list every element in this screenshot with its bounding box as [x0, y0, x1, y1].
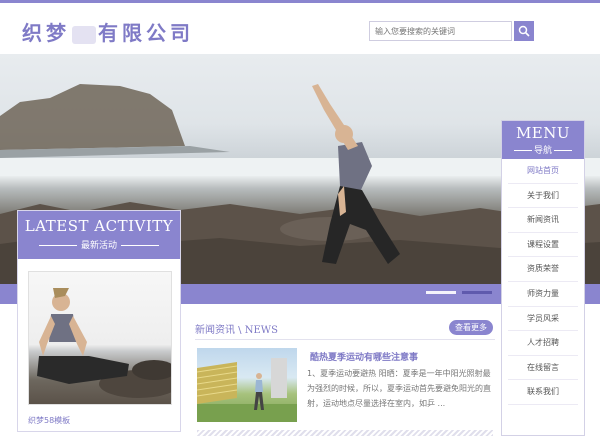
menu-item-teachers[interactable]: 师资力量 — [508, 282, 578, 307]
activity-subtitle: 最新活动 — [80, 241, 117, 251]
banner-dot-2[interactable] — [462, 291, 492, 294]
nav-menu: MENU 导航 网站首页 关于我们 新闻资讯 课程设置 资质荣誉 师资力量 学员… — [501, 120, 585, 436]
menu-item-message[interactable]: 在线留言 — [508, 356, 578, 381]
menu-item-courses[interactable]: 课程设置 — [508, 233, 578, 258]
news-title-sep: \ — [235, 325, 245, 336]
news-title: 新闻资讯 \ NEWS — [195, 325, 278, 336]
news-more-button[interactable]: 查看更多 — [449, 320, 493, 335]
search-icon — [518, 25, 530, 37]
menu-subtitle: 导航 — [533, 146, 552, 156]
menu-header: MENU 导航 — [502, 121, 584, 159]
activity-caption[interactable]: 织梦58模板 — [28, 415, 70, 426]
banner-dot-1[interactable] — [426, 291, 456, 294]
stadium-illustration — [197, 358, 297, 422]
activity-subtitle-row: 最新活动 — [18, 238, 180, 251]
search-input[interactable] — [369, 21, 512, 41]
menu-item-students[interactable]: 学员风采 — [508, 307, 578, 332]
logo-redacted-block — [72, 25, 96, 44]
divider-left — [38, 245, 77, 246]
menu-item-honors[interactable]: 资质荣誉 — [508, 257, 578, 282]
news-headline[interactable]: 酷热夏季运动有哪些注意事 — [310, 350, 418, 363]
news-header: 新闻资讯 \ NEWS 查看更多 — [195, 318, 495, 340]
logo-text-part1: 织梦 — [22, 21, 70, 45]
meditation-illustration — [37, 288, 171, 398]
menu-item-contact[interactable]: 联系我们 — [508, 380, 578, 405]
menu-title: MENU — [515, 124, 571, 142]
divider-right — [121, 245, 159, 246]
news-title-en: NEWS — [244, 325, 278, 336]
news-divider — [197, 430, 493, 436]
news-section: 新闻资讯 \ NEWS 查看更多 酷热夏季运动有哪些注意事 1、夏季运动要避热 … — [195, 318, 495, 440]
site-logo[interactable]: 织梦 有限公司 — [22, 17, 194, 46]
site-header: 织梦 有限公司 — [0, 0, 600, 54]
menu-divider-left — [513, 150, 532, 151]
menu-list: 网站首页 关于我们 新闻资讯 课程设置 资质荣誉 师资力量 学员风采 人才招聘 … — [502, 159, 584, 405]
menu-item-news[interactable]: 新闻资讯 — [508, 208, 578, 233]
menu-item-about[interactable]: 关于我们 — [508, 184, 578, 209]
menu-divider-right — [554, 150, 572, 151]
news-title-cn: 新闻资讯 — [195, 325, 235, 336]
menu-item-jobs[interactable]: 人才招聘 — [508, 331, 578, 356]
search-button[interactable] — [514, 21, 534, 41]
activity-header: LATEST ACTIVITY 最新活动 — [18, 211, 180, 259]
activity-title: LATEST ACTIVITY — [24, 217, 174, 235]
banner-pagination — [426, 291, 492, 294]
news-thumbnail[interactable] — [197, 348, 297, 422]
latest-activity-panel: LATEST ACTIVITY 最新活动 织梦58模板 — [17, 210, 181, 432]
news-body: 1、夏季运动要避热 阳晒：夏季是一年中阳光照射最为强烈的时候，所以，夏季运动首先… — [307, 369, 491, 408]
menu-item-home[interactable]: 网站首页 — [508, 159, 578, 184]
activity-photo[interactable] — [28, 271, 172, 405]
menu-subtitle-row: 导航 — [502, 143, 584, 156]
logo-text-part2: 有限公司 — [98, 21, 194, 45]
